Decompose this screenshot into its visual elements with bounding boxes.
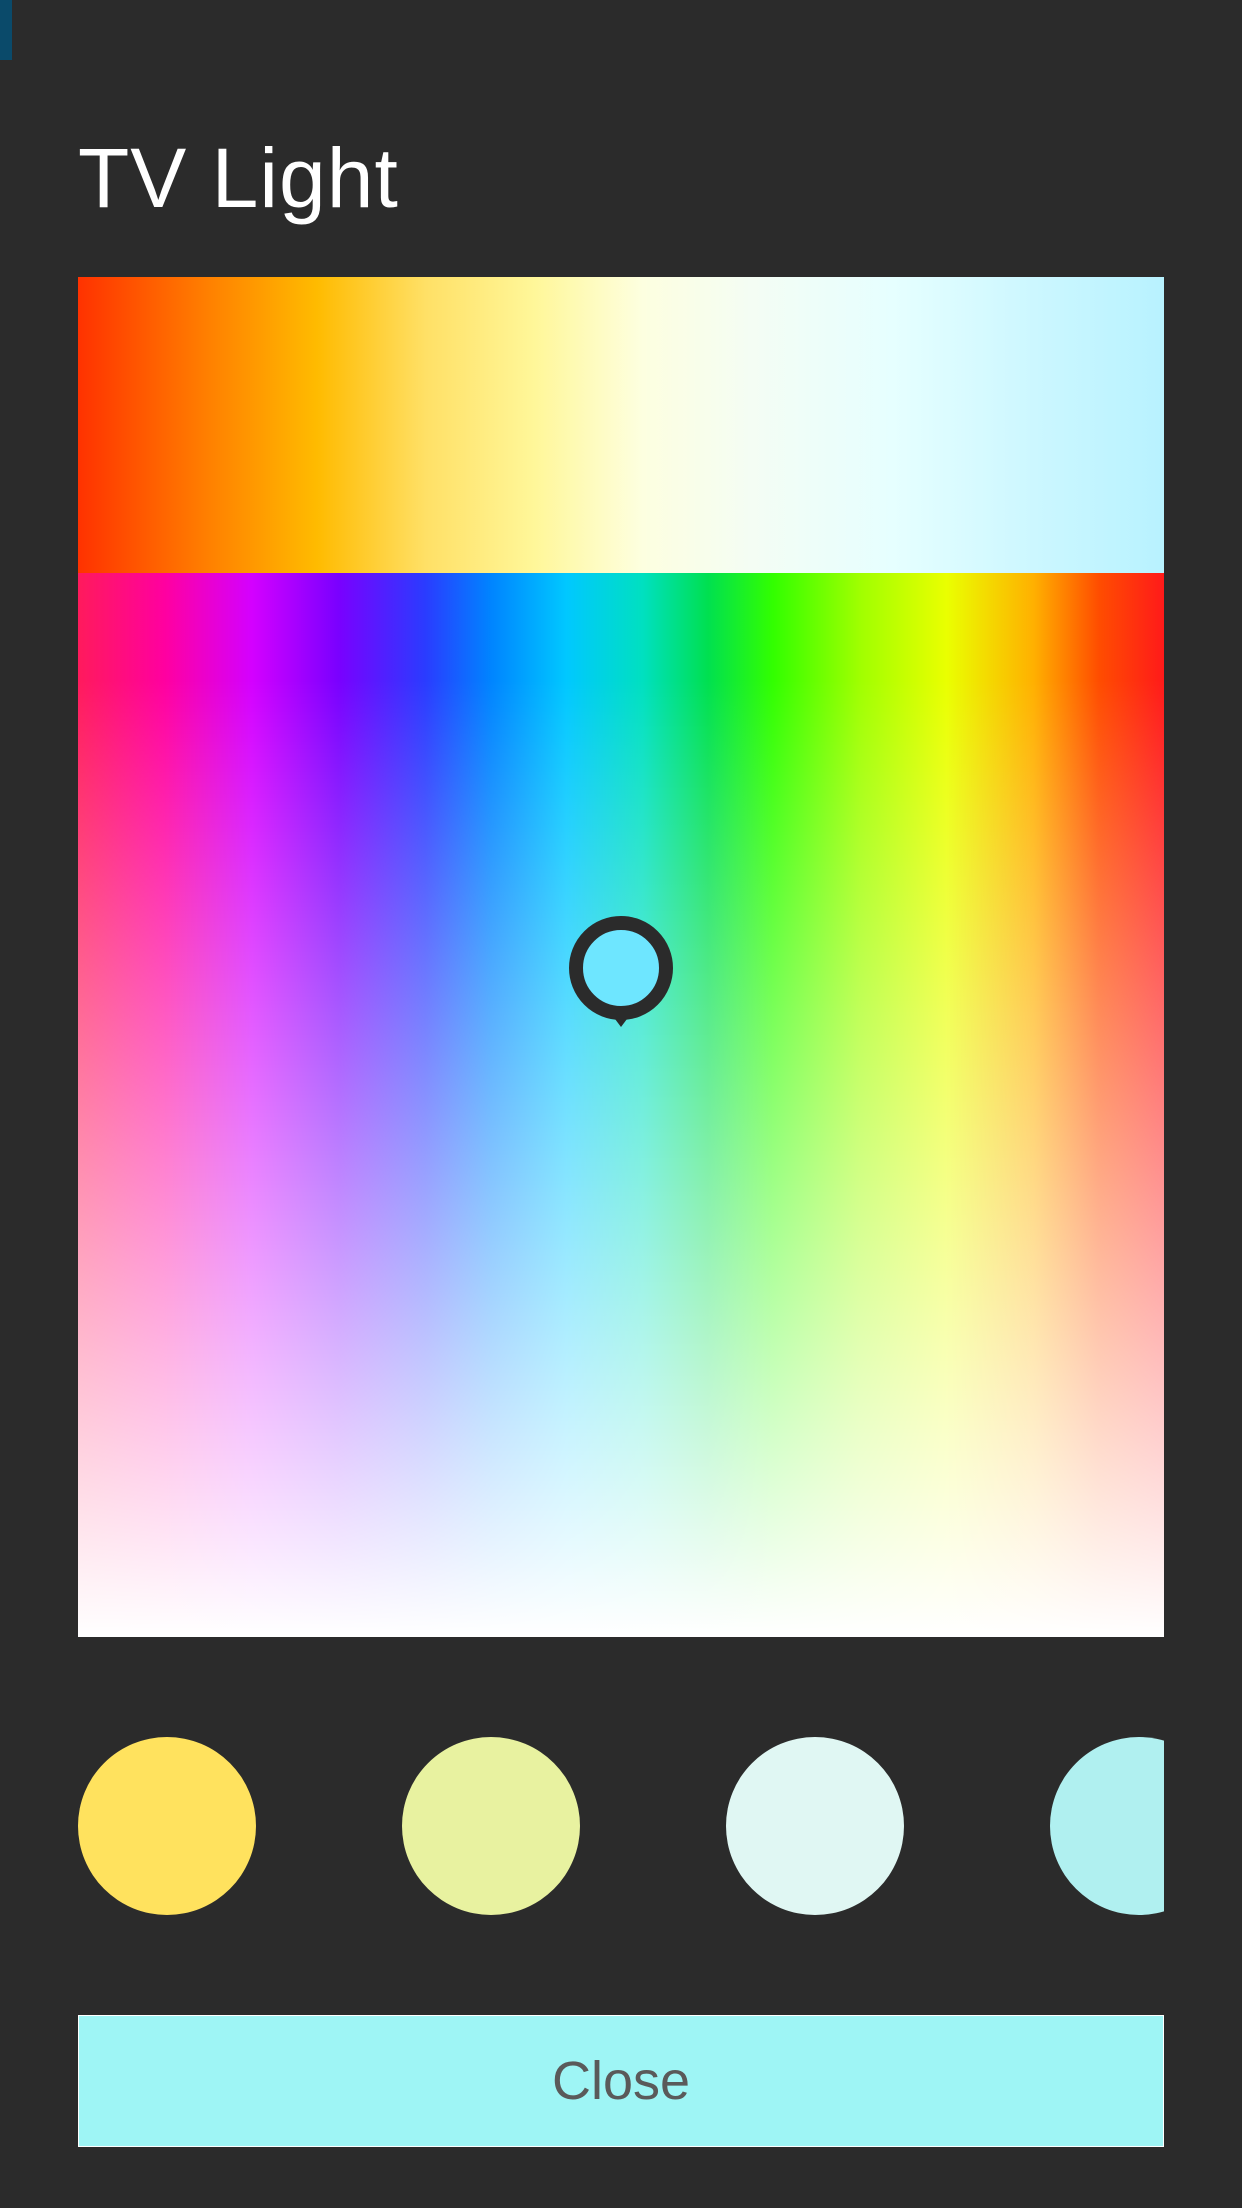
color-temperature-strip[interactable] bbox=[78, 277, 1164, 573]
swatch-1[interactable] bbox=[78, 1737, 256, 1915]
color-picker-handle[interactable] bbox=[561, 923, 681, 1043]
close-button[interactable]: Close bbox=[78, 2015, 1164, 2147]
modal-title: TV Light bbox=[78, 130, 1164, 227]
swatch-2[interactable] bbox=[402, 1737, 580, 1915]
hue-saturation-panel[interactable] bbox=[78, 573, 1164, 1637]
recent-swatches-row bbox=[78, 1737, 1164, 1915]
swatch-3[interactable] bbox=[726, 1737, 904, 1915]
color-picker-modal: TV Light Close bbox=[0, 0, 1242, 2147]
swatch-4[interactable] bbox=[1050, 1737, 1164, 1915]
side-accent-bar bbox=[0, 0, 12, 60]
close-button-label: Close bbox=[552, 2050, 690, 2112]
color-picker-panel bbox=[78, 277, 1164, 1637]
